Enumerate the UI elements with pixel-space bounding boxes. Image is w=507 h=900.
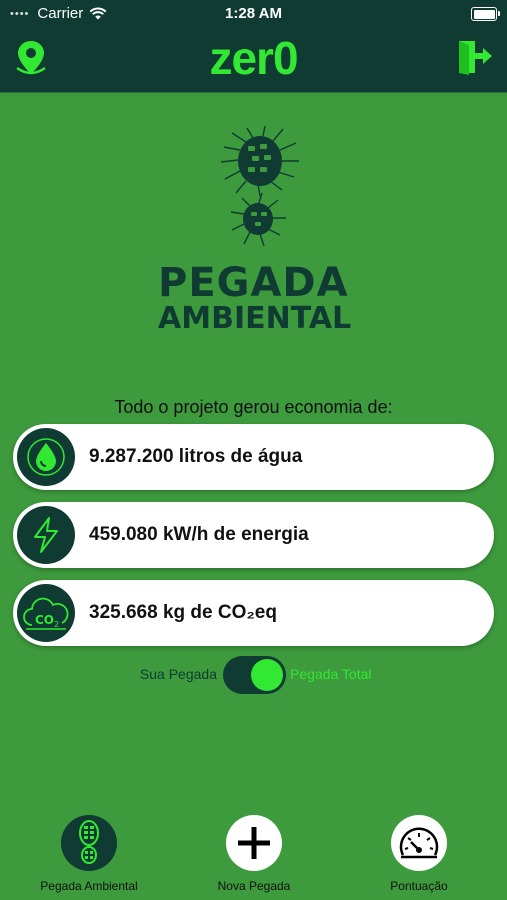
stat-card-water: 9.287.200 litros de água	[13, 424, 494, 490]
footprint-logo-icon	[220, 126, 299, 247]
stat-card-energy: 459.080 kW/h de energia	[13, 502, 494, 568]
lightning-icon	[17, 506, 75, 564]
toggle-knob	[251, 659, 283, 691]
logout-button[interactable]	[455, 38, 495, 78]
status-time: 1:28 AM	[225, 5, 282, 22]
exit-door-icon	[459, 41, 492, 75]
app-header: •••• Carrier 1:28 AM zer0	[0, 0, 507, 93]
nav-pontuacao[interactable]: Pontuação	[344, 815, 494, 893]
nav-label-nova-pegada: Nova Pegada	[217, 879, 291, 893]
logo-text-pegada: PEGADA	[158, 260, 349, 306]
nav-pegada-ambiental[interactable]: Pegada Ambiental	[14, 815, 164, 893]
co2-cloud-icon: CO 2	[17, 584, 75, 642]
stat-water-text: 9.287.200 litros de água	[89, 446, 303, 467]
toggle-label-sua-pegada: Sua Pegada	[139, 666, 217, 682]
toggle-label-pegada-total: Pegada Total	[290, 666, 372, 682]
intro-text: Todo o projeto gerou economia de:	[114, 397, 393, 417]
svg-text:CO: CO	[35, 613, 54, 627]
nav-nova-pegada[interactable]: Nova Pegada	[179, 815, 329, 893]
stat-co2-text: 325.668 kg de CO₂eq	[89, 602, 277, 623]
svg-text:2: 2	[54, 620, 59, 629]
pegada-toggle-row: Sua Pegada Pegada Total	[0, 656, 507, 694]
status-bar: •••• Carrier 1:28 AM	[0, 0, 507, 28]
plus-icon	[226, 815, 282, 871]
footprint-icon	[61, 815, 117, 871]
pegada-toggle-switch[interactable]	[223, 656, 286, 694]
nav-label-pegada-ambiental: Pegada Ambiental	[40, 879, 138, 893]
battery-icon	[471, 7, 500, 21]
stat-card-co2: CO 2 325.668 kg de CO₂eq	[13, 580, 494, 646]
app-title: zer0	[209, 32, 298, 84]
speedometer-icon	[391, 815, 447, 871]
pegada-ambiental-logo: PEGADA AMBIENTAL	[158, 126, 352, 341]
water-drop-icon	[17, 428, 75, 486]
logo-text-ambiental: AMBIENTAL	[158, 301, 352, 336]
stat-energy-text: 459.080 kW/h de energia	[89, 524, 309, 545]
nav-label-pontuacao: Pontuação	[390, 879, 448, 893]
